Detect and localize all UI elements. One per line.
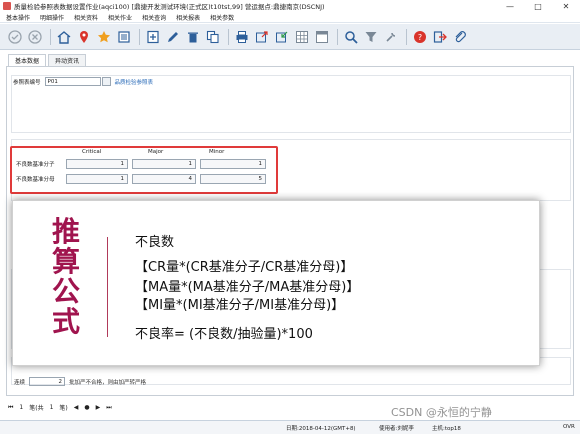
delete-icon[interactable]: [184, 28, 202, 46]
export-icon[interactable]: [253, 28, 271, 46]
ref-field-row: 参照表编号 P01 品质检验参照表: [13, 77, 153, 86]
total-records: 1: [49, 404, 54, 411]
window-title: 质量检验参照表数据设置作业(aqci100) [鼎捷开发测试环境(正式区)t10…: [14, 3, 325, 11]
table-icon[interactable]: [313, 28, 331, 46]
formula-divider: [107, 237, 108, 337]
prev-record-icon[interactable]: ◀: [74, 404, 79, 411]
home-icon[interactable]: [55, 28, 73, 46]
cell-major-denominator[interactable]: 4: [132, 174, 196, 184]
close-button[interactable]: ✕: [552, 0, 580, 12]
title-bar: 质量检验参照表数据设置作业(aqci100) [鼎捷开发测试环境(正式区)t10…: [0, 0, 580, 12]
current-dot-icon[interactable]: ●: [84, 404, 89, 411]
search-icon[interactable]: [342, 28, 360, 46]
attach-icon[interactable]: [451, 28, 469, 46]
vtitle-char: 公: [51, 275, 80, 308]
cell-critical-numerator[interactable]: 1: [66, 159, 128, 169]
tab-basic-data[interactable]: 基本数据: [8, 54, 47, 66]
first-record-icon[interactable]: ⏮: [8, 404, 13, 412]
minimize-button[interactable]: —: [496, 0, 524, 12]
toolbar-separator: [337, 28, 338, 45]
column-header-critical: Critical: [82, 149, 102, 155]
formula-overlay: 推 算 公 式 不良数 【CR量*(CR基准分子/CR基准分母)】 【MA量*(…: [12, 200, 540, 366]
exit-icon[interactable]: [431, 28, 449, 46]
tool-icon[interactable]: [382, 28, 400, 46]
cell-minor-numerator[interactable]: 1: [200, 159, 266, 169]
vtitle-char: 推: [51, 215, 80, 248]
ref-field-label: 参照表编号: [13, 79, 41, 86]
edit-icon[interactable]: [164, 28, 182, 46]
print-icon[interactable]: [233, 28, 251, 46]
menu-related-data[interactable]: 相关资料: [74, 13, 98, 22]
toolbar-separator: [406, 28, 407, 45]
import-icon[interactable]: [273, 28, 291, 46]
status-bar: 日期:2018-04-12(GMT+8) 使用者:刘妮李 主机:top18 OV…: [0, 420, 580, 434]
lookup-icon[interactable]: [101, 77, 111, 86]
app-icon: [3, 2, 11, 10]
ref-field-description: 品质检验参照表: [114, 79, 154, 86]
status-host: 主机:top18: [432, 426, 461, 432]
next-record-icon[interactable]: ▶: [96, 404, 101, 411]
menu-related-report[interactable]: 相关报表: [176, 13, 200, 22]
current-record: 1: [19, 404, 24, 411]
record-label: 笔(共: [29, 405, 44, 412]
window-controls: — □ ✕: [496, 0, 580, 12]
svg-text:?: ?: [418, 33, 422, 42]
formula-vertical-title: 推 算 公 式: [51, 217, 81, 337]
toolbar-separator: [139, 28, 140, 45]
status-date: 日期:2018-04-12(GMT+8): [286, 426, 356, 432]
formula-line-ma: 【MA量*(MA基准分子/MA基准分母)】: [135, 280, 360, 295]
last-record-icon[interactable]: ⏭: [106, 404, 111, 412]
bottom-field-input[interactable]: 2: [29, 377, 66, 386]
bottom-field-description: 批加严不合格，则由加严转严格: [69, 379, 147, 386]
maximize-button[interactable]: □: [524, 0, 552, 12]
status-mode: OVR: [563, 424, 575, 430]
formula-line-defect-count: 不良数: [135, 235, 175, 250]
add-icon[interactable]: [144, 28, 162, 46]
toolbar-separator: [228, 28, 229, 45]
total-label: 笔): [59, 405, 68, 412]
toolbar: ?: [0, 24, 580, 50]
cell-critical-denominator[interactable]: 1: [66, 174, 128, 184]
toolbar-separator: [50, 28, 51, 45]
menu-basic-ops[interactable]: 基本操作: [6, 13, 30, 22]
filter-icon[interactable]: [362, 28, 380, 46]
grid-icon[interactable]: [293, 28, 311, 46]
menu-related-params[interactable]: 相关参数: [210, 13, 234, 22]
status-user: 使用者:刘妮李: [379, 426, 414, 432]
vtitle-char: 式: [51, 305, 80, 338]
pager: ⏮ 1 笔(共 1 笔) ◀ ● ▶ ⏭: [8, 403, 118, 413]
bottom-field-row: 连续 2 批加严不合格，则由加严转严格: [14, 377, 146, 386]
menu-related-query[interactable]: 相关查询: [142, 13, 166, 22]
list-icon[interactable]: [115, 28, 133, 46]
tab-strip: 基本数据 异动资讯: [8, 54, 88, 66]
pin-icon[interactable]: [75, 28, 93, 46]
ref-field-input[interactable]: P01: [44, 77, 101, 86]
menu-detail-ops[interactable]: 明细操作: [40, 13, 64, 22]
cancel-icon[interactable]: [26, 28, 44, 46]
star-icon[interactable]: [95, 28, 113, 46]
vtitle-char: 算: [51, 245, 80, 278]
copy-icon[interactable]: [204, 28, 222, 46]
check-icon[interactable]: [6, 28, 24, 46]
formula-line-defect-rate: 不良率= (不良数/抽验量)*100: [135, 327, 313, 342]
cell-minor-denominator[interactable]: 5: [200, 174, 266, 184]
help-icon[interactable]: ?: [411, 28, 429, 46]
menu-bar: 基本操作 明细操作 相关资料 相关作业 相关查询 相关报表 相关参数: [0, 12, 580, 23]
column-header-minor: Minor: [209, 149, 225, 155]
column-header-major: Major: [148, 149, 164, 155]
bottom-field-label: 连续: [14, 379, 26, 386]
watermark: CSDN @永恒的宁静: [391, 406, 492, 419]
row-label-numerator: 不良数基准分子: [16, 162, 55, 168]
formula-line-cr: 【CR量*(CR基准分子/CR基准分母)】: [135, 260, 354, 275]
highlight-box: [10, 146, 278, 194]
cell-major-numerator[interactable]: 1: [132, 159, 196, 169]
tab-change-info[interactable]: 异动资讯: [48, 54, 87, 66]
formula-line-mi: 【MI量*(MI基准分子/MI基准分母)】: [135, 298, 345, 313]
menu-related-jobs[interactable]: 相关作业: [108, 13, 132, 22]
row-label-denominator: 不良数基准分母: [16, 177, 55, 183]
